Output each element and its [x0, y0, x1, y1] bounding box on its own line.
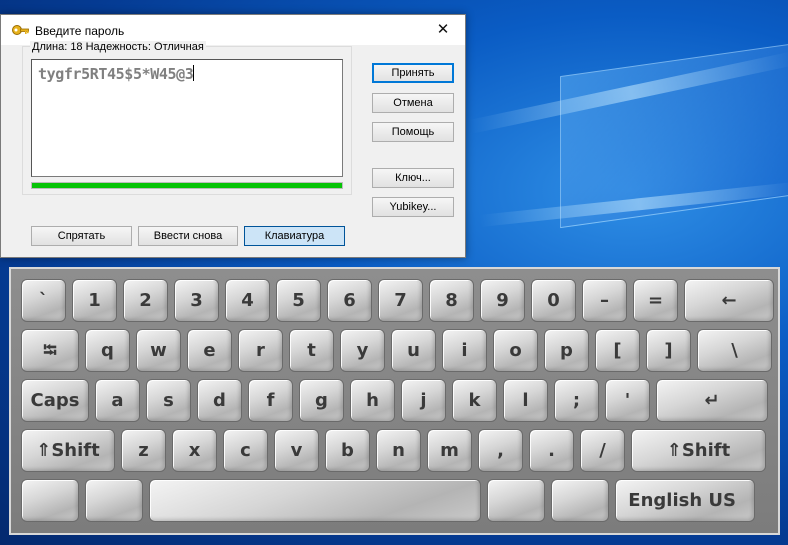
- key-1[interactable]: 1: [72, 279, 117, 322]
- key-m[interactable]: m: [427, 429, 472, 472]
- key-3[interactable]: 3: [174, 279, 219, 322]
- key-v[interactable]: v: [274, 429, 319, 472]
- key-8[interactable]: 8: [429, 279, 474, 322]
- key-r[interactable]: r: [238, 329, 283, 372]
- key-modifier[interactable]: [551, 479, 609, 522]
- key-space[interactable]: [149, 479, 481, 522]
- key-o[interactable]: o: [493, 329, 538, 372]
- key-4[interactable]: 4: [225, 279, 270, 322]
- key-a[interactable]: a: [95, 379, 140, 422]
- password-quality-fill: [32, 183, 342, 188]
- key-language[interactable]: English US: [615, 479, 755, 522]
- key-comma[interactable]: ,: [478, 429, 523, 472]
- key-y[interactable]: y: [340, 329, 385, 372]
- key-u[interactable]: u: [391, 329, 436, 372]
- key-i[interactable]: i: [442, 329, 487, 372]
- key-x[interactable]: x: [172, 429, 217, 472]
- key-icon: [12, 25, 29, 35]
- key-backspace[interactable]: ←: [684, 279, 774, 322]
- key-p[interactable]: p: [544, 329, 589, 372]
- keyboard-button[interactable]: Клавиатура: [244, 226, 345, 246]
- key-right-bracket[interactable]: ]: [646, 329, 691, 372]
- key-t[interactable]: t: [289, 329, 334, 372]
- key-slash[interactable]: /: [580, 429, 625, 472]
- password-info-label: Длина: 18 Надежность: Отличная: [30, 41, 206, 53]
- key-h[interactable]: h: [350, 379, 395, 422]
- key-g[interactable]: g: [299, 379, 344, 422]
- key-minus[interactable]: –: [582, 279, 627, 322]
- key-2[interactable]: 2: [123, 279, 168, 322]
- key-5[interactable]: 5: [276, 279, 321, 322]
- key-l[interactable]: l: [503, 379, 548, 422]
- help-button[interactable]: Помощь: [372, 122, 454, 142]
- key-c[interactable]: c: [223, 429, 268, 472]
- on-screen-keyboard: ` 1 2 3 4 5 6 7 8 9 0– = ← ⭾ q w e r t y u i o p[] \ Caps a s d f g h j k…: [9, 267, 780, 535]
- text-cursor: [193, 65, 195, 81]
- key-7[interactable]: 7: [378, 279, 423, 322]
- key-caps-lock[interactable]: Caps: [21, 379, 89, 422]
- key-6[interactable]: 6: [327, 279, 372, 322]
- key-period[interactable]: .: [529, 429, 574, 472]
- key-semicolon[interactable]: ;: [554, 379, 599, 422]
- key-b[interactable]: b: [325, 429, 370, 472]
- key-backslash[interactable]: \: [697, 329, 772, 372]
- key-modifier[interactable]: [21, 479, 79, 522]
- password-quality-bar: [31, 182, 343, 189]
- cancel-button[interactable]: Отмена: [372, 93, 454, 113]
- key-modifier[interactable]: [85, 479, 143, 522]
- yubikey-button[interactable]: Yubikey...: [372, 197, 454, 217]
- password-text: tygfr5RT45$5*W45@3: [38, 65, 194, 83]
- key-shift[interactable]: ⇑Shift: [631, 429, 766, 472]
- accept-button[interactable]: Принять: [372, 63, 454, 83]
- key-quote[interactable]: ': [605, 379, 650, 422]
- key-9[interactable]: 9: [480, 279, 525, 322]
- key-tab[interactable]: ⭾: [21, 329, 79, 372]
- key-modifier[interactable]: [487, 479, 545, 522]
- hide-button[interactable]: Спрятать: [31, 226, 132, 246]
- key-f[interactable]: f: [248, 379, 293, 422]
- key-w[interactable]: w: [136, 329, 181, 372]
- key-j[interactable]: j: [401, 379, 446, 422]
- key-e[interactable]: e: [187, 329, 232, 372]
- key-file-button[interactable]: Ключ...: [372, 168, 454, 188]
- key-s[interactable]: s: [146, 379, 191, 422]
- key-0[interactable]: 0: [531, 279, 576, 322]
- dialog-title: Введите пароль: [35, 24, 125, 38]
- key-enter[interactable]: ↵: [656, 379, 768, 422]
- key-d[interactable]: d: [197, 379, 242, 422]
- reenter-button[interactable]: Ввести снова: [138, 226, 238, 246]
- key-n[interactable]: n: [376, 429, 421, 472]
- key-backtick[interactable]: `: [21, 279, 66, 322]
- password-input[interactable]: tygfr5RT45$5*W45@3: [31, 59, 343, 177]
- close-button[interactable]: ✕: [421, 15, 465, 45]
- key-z[interactable]: z: [121, 429, 166, 472]
- key-k[interactable]: k: [452, 379, 497, 422]
- key-q[interactable]: q: [85, 329, 130, 372]
- key-equals[interactable]: =: [633, 279, 678, 322]
- key-left-bracket[interactable]: [: [595, 329, 640, 372]
- key-shift[interactable]: ⇑Shift: [21, 429, 115, 472]
